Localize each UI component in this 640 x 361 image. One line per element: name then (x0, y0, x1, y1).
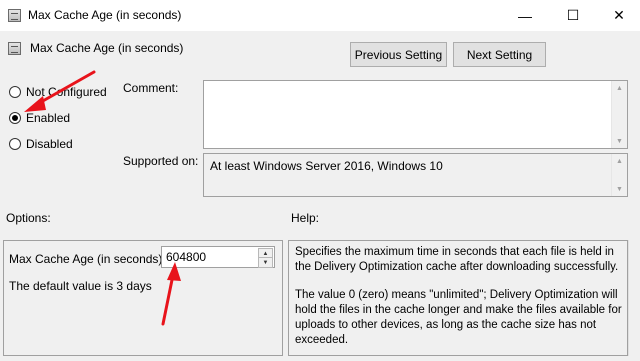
minimize-button[interactable]: — (502, 0, 548, 31)
scroll-up-icon[interactable]: ▲ (612, 81, 627, 95)
help-panel: Specifies the maximum time in seconds th… (288, 240, 628, 356)
scroll-down-icon[interactable]: ▼ (612, 182, 627, 196)
scroll-up-icon[interactable]: ▲ (612, 154, 627, 168)
help-paragraph: The value 0 (zero) means "unlimited"; De… (295, 289, 622, 346)
not-configured-radio[interactable] (9, 86, 21, 98)
disabled-label: Disabled (26, 137, 73, 151)
not-configured-label: Not Configured (26, 85, 107, 99)
help-paragraph: Specifies the maximum time in seconds th… (295, 246, 619, 273)
enabled-label: Enabled (26, 111, 71, 125)
supported-on-value: At least Windows Server 2016, Windows 10 (210, 159, 443, 173)
setting-title: Max Cache Age (in seconds) (30, 41, 184, 55)
policy-setting-icon (8, 42, 21, 55)
options-panel: Max Cache Age (in seconds): 604800 ▲ ▼ T… (3, 240, 283, 356)
help-heading: Help: (291, 211, 320, 225)
previous-setting-button[interactable]: Previous Setting (350, 42, 447, 67)
policy-setting-icon (8, 9, 21, 22)
comment-textarea[interactable]: ▲ ▼ (203, 80, 628, 149)
help-text: Specifies the maximum time in seconds th… (295, 245, 625, 361)
minimize-icon: — (518, 7, 532, 24)
disabled-radio[interactable] (9, 138, 21, 150)
enabled-radio[interactable] (9, 112, 21, 124)
comment-scrollbar[interactable]: ▲ ▼ (611, 81, 627, 148)
spin-down-icon[interactable]: ▼ (258, 257, 273, 268)
max-cache-age-spinbox[interactable]: 604800 ▲ ▼ (161, 246, 275, 268)
default-value-note: The default value is 3 days (9, 279, 152, 293)
next-setting-button[interactable]: Next Setting (453, 42, 546, 67)
supported-on-label: Supported on: (123, 154, 199, 168)
max-cache-age-label: Max Cache Age (in seconds): (9, 252, 166, 266)
maximize-icon: ☐ (566, 7, 580, 23)
max-cache-age-value[interactable]: 604800 (166, 250, 206, 264)
options-heading: Options: (6, 211, 51, 225)
title-bar: Max Cache Age (in seconds) — ☐ ✕ (0, 0, 640, 31)
close-icon: ✕ (613, 7, 625, 23)
window-title: Max Cache Age (in seconds) (28, 8, 182, 22)
supported-scrollbar[interactable]: ▲ ▼ (611, 154, 627, 196)
supported-on-box: At least Windows Server 2016, Windows 10… (203, 153, 628, 197)
close-button[interactable]: ✕ (596, 0, 640, 31)
help-scrollbar[interactable] (628, 240, 640, 356)
comment-label: Comment: (123, 81, 179, 95)
maximize-button[interactable]: ☐ (550, 0, 596, 31)
scroll-down-icon[interactable]: ▼ (612, 134, 627, 148)
